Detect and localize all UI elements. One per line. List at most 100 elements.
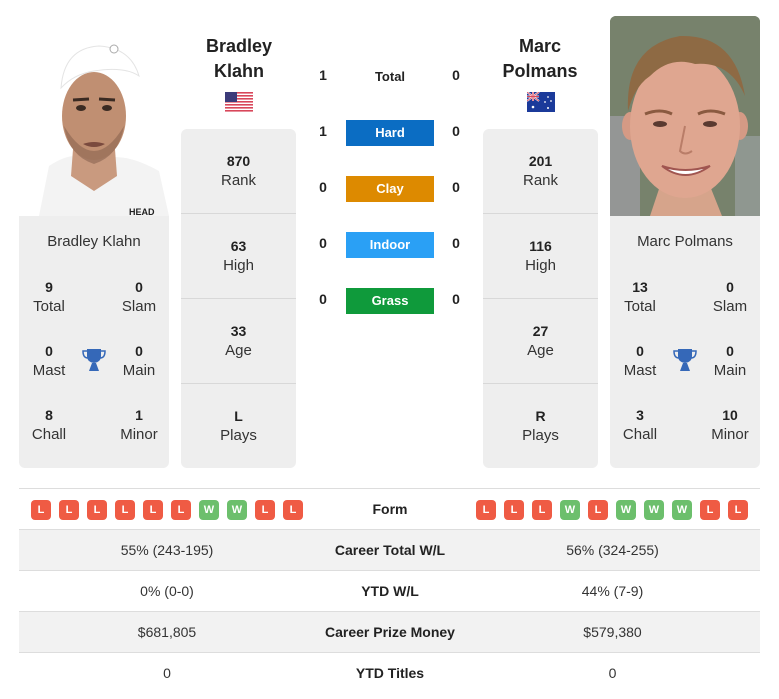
player1-name[interactable]: Bradley Klahn (169, 34, 309, 84)
h2h-clay-p2: 0 (452, 179, 460, 195)
form-win-badge[interactable]: W (672, 500, 692, 520)
player2-ytd-titles: 0 (608, 665, 617, 681)
player1-form: LLLLLLWWLL (31, 500, 303, 520)
form-loss-badge[interactable]: L (728, 500, 748, 520)
player1-plays: L Plays (181, 383, 296, 467)
player2-rank: 201 Rank (483, 129, 598, 213)
form-win-badge[interactable]: W (227, 500, 247, 520)
h2h-grass-p1: 0 (319, 291, 327, 307)
titles-mast-label: Mast (623, 362, 657, 379)
form-loss-badge[interactable]: L (476, 500, 496, 520)
titles-chall: 8 Chall (19, 405, 79, 445)
ytd-titles-label: YTD Titles (355, 665, 425, 681)
titles-mast: 0 Mast (610, 341, 670, 381)
surface-hard-badge[interactable]: Hard (346, 120, 434, 146)
player2-full-name[interactable]: Marc Polmans (610, 233, 760, 250)
form-label: Form (372, 501, 408, 517)
form-win-badge[interactable]: W (644, 500, 664, 520)
rank-label: Rank (220, 172, 257, 189)
titles-chall-label: Chall (31, 426, 67, 443)
plays-label: Plays (220, 427, 257, 444)
player1-name-last: Klahn (213, 61, 264, 81)
player2-name-last: Polmans (502, 61, 578, 81)
titles-total-value: 13 (632, 279, 648, 295)
rank-value: 201 (528, 153, 553, 169)
titles-slam-value: 0 (726, 279, 734, 295)
h2h-grass-p2: 0 (452, 291, 460, 307)
trophy-icon (673, 347, 697, 373)
player2-high: 116 High (483, 213, 598, 297)
player1-full-name[interactable]: Bradley Klahn (19, 233, 169, 250)
player1-rank: 870 Rank (181, 129, 296, 213)
titles-main-label: Main (713, 362, 747, 379)
player1-career-wl: 55% (243-195) (120, 542, 214, 558)
titles-mast: 0 Mast (19, 341, 79, 381)
titles-total-label: Total (33, 298, 65, 315)
age-value: 33 (230, 323, 247, 339)
form-loss-badge[interactable]: L (31, 500, 51, 520)
svg-text:HEAD: HEAD (129, 207, 155, 216)
high-value: 116 (529, 238, 552, 254)
player2-photo (610, 16, 760, 216)
h2h-clay-p1: 0 (319, 179, 327, 195)
high-label: High (525, 257, 556, 274)
titles-total-value: 9 (45, 279, 53, 295)
titles-minor-value: 1 (135, 407, 143, 423)
form-loss-badge[interactable]: L (115, 500, 135, 520)
surface-grass-badge[interactable]: Grass (346, 288, 434, 314)
form-loss-badge[interactable]: L (532, 500, 552, 520)
player2-titles-card: Marc Polmans 13 Total 0 Slam 0 Mast 0 Ma… (610, 216, 760, 468)
h2h-hard-p1: 1 (319, 123, 327, 139)
form-loss-badge[interactable]: L (143, 500, 163, 520)
titles-chall: 3 Chall (610, 405, 670, 445)
prize-money-label: Career Prize Money (325, 624, 455, 640)
prize-money-row: $681,805 Career Prize Money $579,380 (19, 611, 760, 652)
titles-main: 0 Main (700, 341, 760, 381)
form-loss-badge[interactable]: L (283, 500, 303, 520)
usa-flag-icon (225, 92, 253, 112)
form-loss-badge[interactable]: L (59, 500, 79, 520)
form-win-badge[interactable]: W (616, 500, 636, 520)
titles-main: 0 Main (109, 341, 169, 381)
age-value: 27 (532, 323, 549, 339)
form-loss-badge[interactable]: L (171, 500, 191, 520)
form-loss-badge[interactable]: L (87, 500, 107, 520)
titles-minor: 1 Minor (109, 405, 169, 445)
titles-chall-label: Chall (622, 426, 658, 443)
player2-prize-money: $579,380 (583, 624, 642, 640)
player2-age: 27 Age (483, 298, 598, 382)
player2-ytd-wl: 44% (7-9) (581, 583, 644, 599)
titles-mast-value: 0 (45, 343, 53, 359)
titles-minor: 10 Minor (700, 405, 760, 445)
titles-chall-value: 8 (45, 407, 53, 423)
high-value: 63 (230, 238, 247, 254)
form-win-badge[interactable]: W (199, 500, 219, 520)
rank-value: 870 (226, 153, 251, 169)
form-loss-badge[interactable]: L (504, 500, 524, 520)
australia-flag-icon (526, 91, 555, 112)
player2-form: LLLWLWWWLL (476, 500, 748, 520)
h2h-indoor-p2: 0 (452, 235, 460, 251)
player2-stats: 201 Rank 116 High 27 Age R Plays (483, 129, 598, 468)
titles-main-label: Main (122, 362, 156, 379)
form-loss-badge[interactable]: L (255, 500, 275, 520)
age-label: Age (225, 342, 252, 359)
form-loss-badge[interactable]: L (700, 500, 720, 520)
plays-value: R (535, 408, 546, 424)
career-wl-row: 55% (243-195) Career Total W/L 56% (324-… (19, 529, 760, 570)
player2-name[interactable]: Marc Polmans (470, 34, 610, 84)
titles-slam: 0 Slam (700, 277, 760, 317)
ytd-wl-row: 0% (0-0) YTD W/L 44% (7-9) (19, 570, 760, 611)
form-win-badge[interactable]: W (560, 500, 580, 520)
surface-clay-badge[interactable]: Clay (346, 176, 434, 202)
player1-stats: 870 Rank 63 High 33 Age L Plays (181, 129, 296, 468)
titles-total: 9 Total (19, 277, 79, 317)
titles-main-value: 0 (135, 343, 143, 359)
form-row: LLLLLLWWLL Form LLLWLWWWLL (19, 488, 760, 529)
surface-indoor-badge[interactable]: Indoor (346, 232, 434, 258)
titles-mast-label: Mast (32, 362, 66, 379)
player1-high: 63 High (181, 213, 296, 297)
h2h-indoor-p1: 0 (319, 235, 327, 251)
form-loss-badge[interactable]: L (588, 500, 608, 520)
titles-total-label: Total (624, 298, 656, 315)
